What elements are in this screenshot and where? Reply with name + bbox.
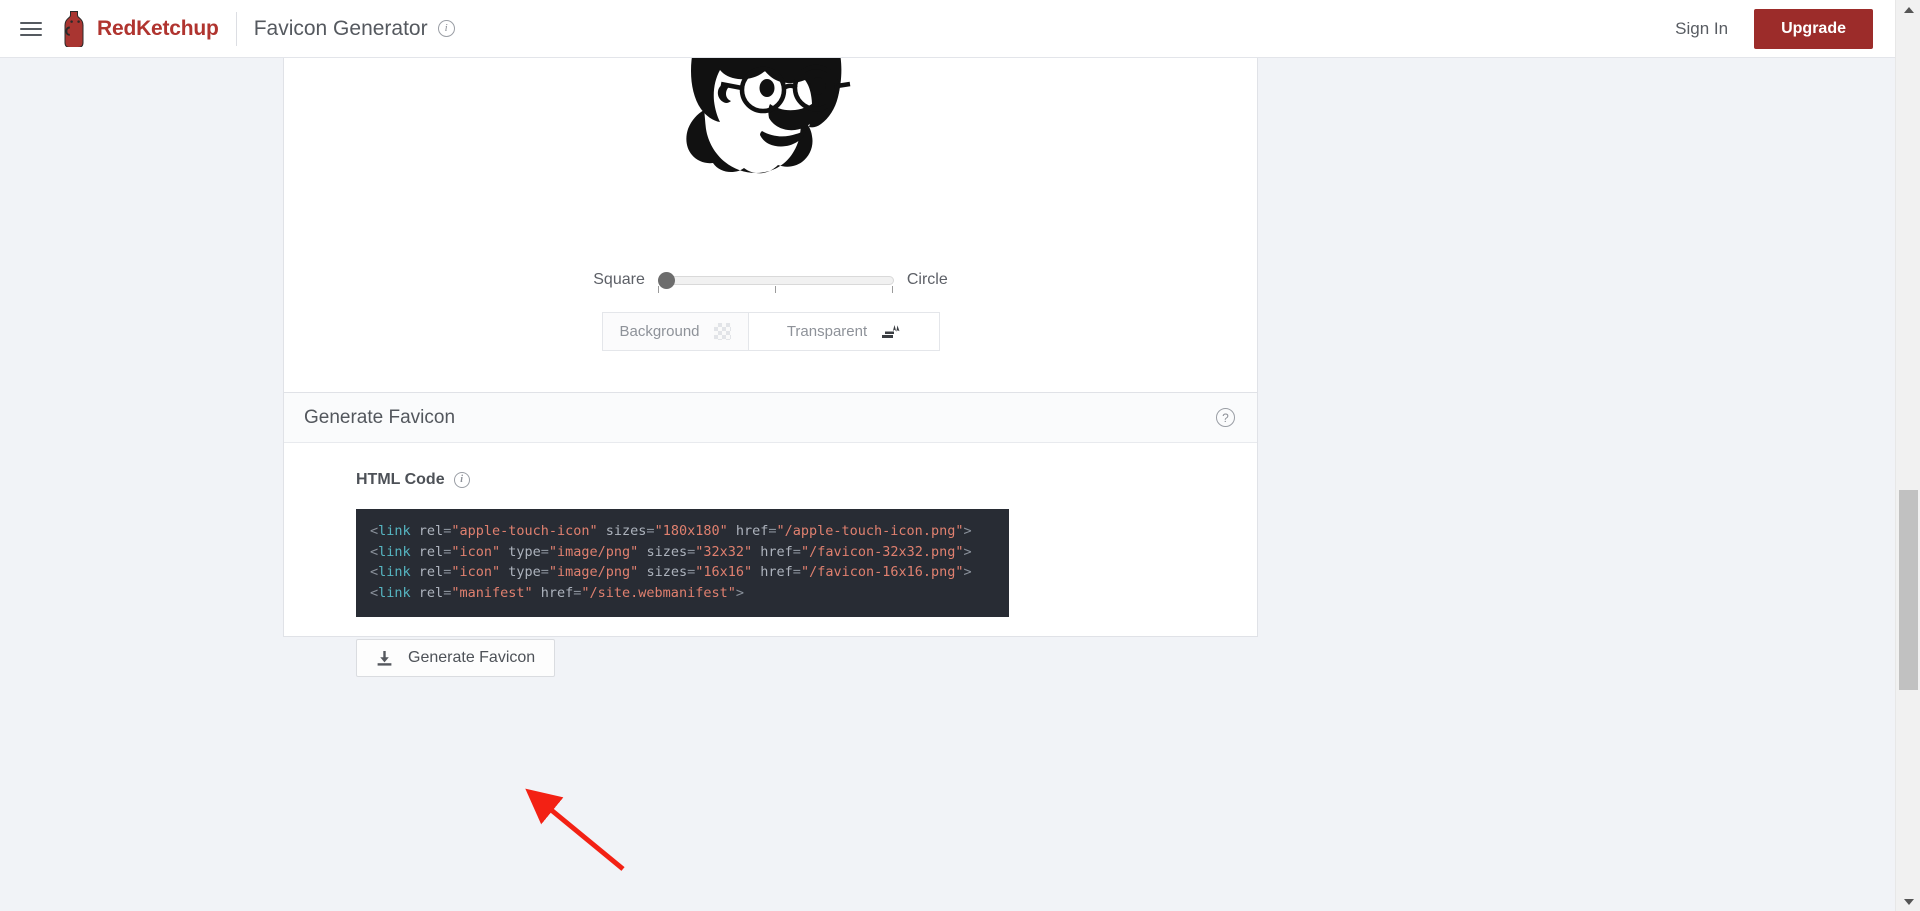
chevron-down-icon[interactable] [1896,892,1920,911]
scrollbar-thumb[interactable] [1899,490,1918,690]
header-divider [235,11,237,46]
transparent-option-button[interactable]: Transparent [748,313,939,350]
generate-favicon-card-body: HTML Code i <link rel="apple-touch-icon"… [284,443,1257,677]
page-title: Favicon Generator [253,16,428,40]
page-canvas: Square Circle Background Transparent Gen… [0,0,1895,911]
slider-track[interactable] [657,276,894,285]
html-code-snippet[interactable]: <link rel="apple-touch-icon" sizes="180x… [356,509,1009,617]
slider-label-square: Square [593,271,645,288]
hamburger-bar [20,27,42,30]
upgrade-button[interactable]: Upgrade [1754,8,1873,49]
shape-slider-row: Square Circle [284,270,1257,293]
chevron-up-icon[interactable] [1896,0,1920,19]
generate-favicon-button[interactable]: Generate Favicon [356,639,556,677]
ketchup-bottle-icon [64,10,84,47]
generate-favicon-card: Generate Favicon ? HTML Code i <link rel… [283,392,1258,677]
checkerboard-icon [713,323,731,340]
hamburger-bar [20,21,42,24]
info-icon[interactable]: i [453,472,470,488]
download-icon [377,650,392,666]
transparent-option-label: Transparent [786,323,868,340]
html-code-label: HTML Code [356,471,445,488]
background-toggle-row: Background Transparent [284,312,1257,351]
background-option-button[interactable]: Background [603,313,749,350]
background-option-label: Background [619,323,700,340]
html-code-label-row: HTML Code i [356,471,1257,489]
app-header: RedKetchup Favicon Generator i Sign In U… [0,0,1895,58]
shape-slider[interactable] [657,270,894,293]
generate-favicon-button-label: Generate Favicon [408,649,536,666]
vertical-scrollbar[interactable] [1895,0,1920,911]
sign-in-link[interactable]: Sign In [1675,19,1728,39]
hamburger-menu-icon[interactable] [20,16,46,42]
ink-stamp-icon [882,325,900,338]
info-icon[interactable]: i [437,20,455,37]
annotation-arrow [525,788,625,871]
brand-name: RedKetchup [97,16,219,40]
generate-favicon-card-header: Generate Favicon ? [284,393,1257,443]
help-circle-icon[interactable]: ? [1216,408,1235,427]
slider-ticks [657,286,894,293]
favicon-preview-card: Square Circle Background Transparent [283,0,1258,451]
brand-logo-link[interactable]: RedKetchup [62,10,219,47]
header-actions: Sign In Upgrade [1675,8,1873,49]
generate-favicon-title: Generate Favicon [304,406,456,428]
hamburger-bar [20,33,42,36]
background-toggle-group: Background Transparent [601,312,940,351]
slider-label-circle: Circle [906,271,948,288]
